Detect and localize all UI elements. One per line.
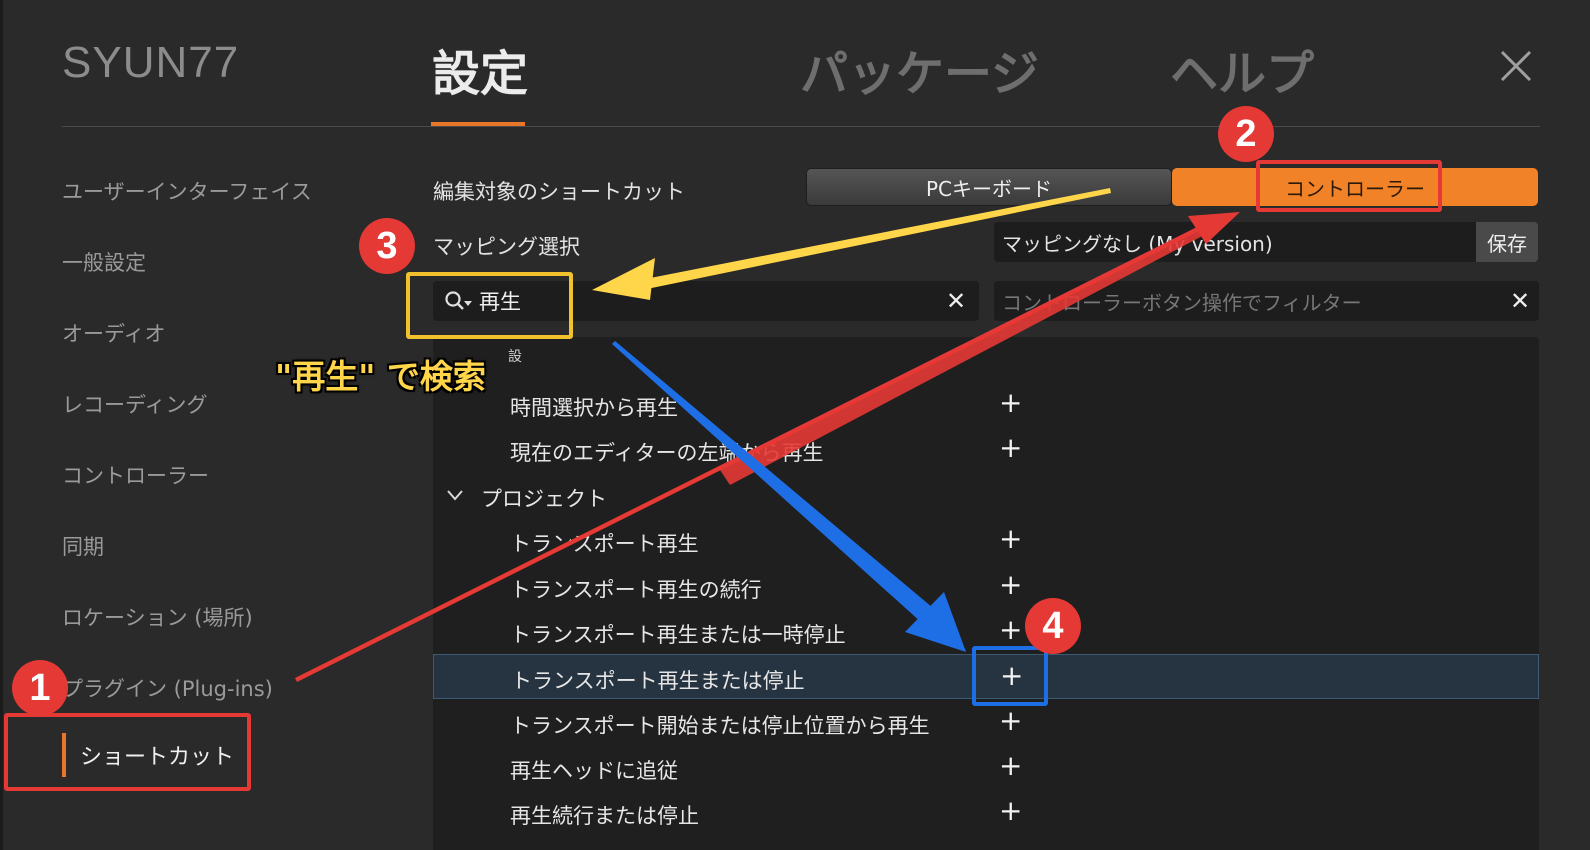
brand-logo: SYUN77 <box>62 38 240 87</box>
clear-filter-button[interactable]: ✕ <box>1505 281 1535 321</box>
annotation-box-add <box>972 646 1048 706</box>
list-item[interactable]: 現在のエディターの左端から再生 + <box>433 427 1539 472</box>
annotation-box-shortcuts <box>4 713 251 791</box>
list-item[interactable]: 再生ヘッドに追従 + <box>433 745 1539 790</box>
mapping-select[interactable]: マッピングなし (My version) <box>994 222 1476 262</box>
close-button[interactable] <box>1496 46 1536 86</box>
add-shortcut-button[interactable]: + <box>999 613 1022 646</box>
sidebar-item-locations[interactable]: ロケーション (場所) <box>62 602 253 632</box>
group-header-project[interactable]: プロジェクト <box>433 473 1539 518</box>
sidebar-item-recording[interactable]: レコーディング <box>62 389 208 419</box>
mapping-value: マッピングなし (My version) <box>1002 231 1273 256</box>
add-shortcut-button[interactable]: + <box>999 431 1022 464</box>
add-shortcut-button[interactable]: + <box>999 386 1022 419</box>
add-shortcut-button[interactable]: + <box>999 568 1022 601</box>
sidebar-item-general[interactable]: 一般設定 <box>62 247 146 277</box>
step-badge-3: 3 <box>359 218 415 274</box>
list-item[interactable]: 時間選択から再生 + <box>433 382 1539 427</box>
sidebar-item-user-interface[interactable]: ユーザーインターフェイス <box>62 176 312 206</box>
chevron-down-icon <box>447 490 463 501</box>
step-badge-2: 2 <box>1218 106 1274 162</box>
tab-settings[interactable]: 設定 <box>432 34 528 104</box>
list-item[interactable]: トランスポート再生 + <box>433 518 1539 563</box>
pc-keyboard-toggle[interactable]: PCキーボード <box>806 168 1172 206</box>
clear-search-button[interactable]: ✕ <box>941 281 971 321</box>
controller-filter-field[interactable]: コントローラーボタン操作でフィルター ✕ <box>994 281 1539 321</box>
add-shortcut-button[interactable]: + <box>999 749 1022 782</box>
sidebar-item-audio[interactable]: オーディオ <box>62 318 166 348</box>
header-divider <box>62 126 1540 127</box>
add-shortcut-button[interactable]: + <box>999 794 1022 827</box>
step-badge-4: 4 <box>1025 598 1081 654</box>
annotation-box-search <box>406 272 573 339</box>
close-icon <box>1500 50 1532 82</box>
partial-row-label: 設 <box>508 349 522 365</box>
edit-target-label: 編集対象のショートカット <box>433 180 685 204</box>
annotation-box-controller <box>1256 160 1442 212</box>
list-item[interactable]: トランスポート開始または停止位置から再生 + <box>433 700 1539 745</box>
step-badge-1: 1 <box>12 660 68 716</box>
sidebar-item-plugins[interactable]: プラグイン (Plug-ins) <box>62 673 273 703</box>
sidebar-item-controller[interactable]: コントローラー <box>62 460 209 490</box>
list-item[interactable]: 再生続行または停止 + <box>433 790 1539 835</box>
add-shortcut-button[interactable]: + <box>999 522 1022 555</box>
tab-help[interactable]: ヘルプ <box>1170 34 1314 104</box>
sidebar-item-sync[interactable]: 同期 <box>62 531 104 561</box>
list-item[interactable]: トランスポート再生の続行 + <box>433 564 1539 609</box>
annotation-caption: "再生" で検索 <box>275 357 486 396</box>
save-button[interactable]: 保存 <box>1476 222 1538 262</box>
add-shortcut-button[interactable]: + <box>999 704 1022 737</box>
mapping-label: マッピング選択 <box>433 235 580 259</box>
tab-packages[interactable]: パッケージ <box>800 34 1039 104</box>
filter-placeholder: コントローラーボタン操作でフィルター <box>1002 290 1362 315</box>
window-edge <box>0 0 3 850</box>
